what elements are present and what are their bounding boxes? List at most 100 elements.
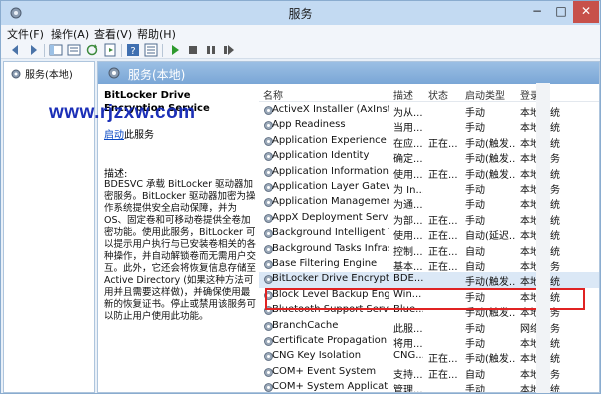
service-status: 正在...	[428, 215, 458, 227]
start-link-suffix: 此服务	[124, 130, 154, 141]
start-service-icon[interactable]	[168, 43, 182, 57]
service-name: Application Management	[272, 196, 389, 208]
service-startup-type: 手动	[465, 385, 485, 393]
title-bar[interactable]: 服务 − □ ✕	[1, 1, 600, 25]
service-description: 控制...	[393, 246, 423, 258]
minimize-button[interactable]: −	[525, 1, 549, 23]
pause-service-icon[interactable]	[204, 43, 218, 57]
column-header-description[interactable]: 描述	[393, 87, 413, 102]
service-description: 在应...	[393, 138, 423, 150]
service-startup-type: 手动	[465, 323, 485, 335]
export-list-icon[interactable]	[103, 43, 117, 57]
description-label: 描述:	[104, 169, 128, 180]
restart-service-icon[interactable]	[222, 43, 236, 57]
toolbar-separator	[44, 44, 45, 57]
forward-icon[interactable]	[26, 43, 40, 57]
help-icon[interactable]: ?	[126, 43, 140, 57]
list-view-icon[interactable]	[67, 43, 81, 57]
service-name: Background Tasks Infras...	[272, 242, 389, 254]
service-name: CNG Key Isolation	[272, 350, 362, 362]
toolbar-separator	[121, 44, 122, 57]
window-title: 服务	[288, 7, 313, 21]
console-tree-icon[interactable]	[49, 43, 63, 57]
menu-view[interactable]: 查看(V)	[94, 26, 132, 42]
service-name: Application Layer Gatewa...	[272, 181, 389, 192]
tree-item-services-local[interactable]: 服务(本地)	[10, 66, 73, 81]
service-startup-type: 自动	[465, 262, 485, 273]
service-status: 正在...	[428, 262, 458, 273]
service-startup-type: 手动(触发...	[465, 169, 515, 181]
service-name: App Readiness	[272, 119, 346, 131]
service-startup-type: 自动	[465, 246, 485, 258]
service-name: Application Experience	[272, 134, 387, 146]
service-startup-type: 自动(延迟...	[465, 231, 515, 243]
properties-icon[interactable]	[144, 43, 158, 57]
tree-item-label: 服务(本地)	[25, 70, 73, 81]
toolbar: ?	[1, 42, 600, 59]
start-service-link-row: 启动此服务	[104, 126, 154, 141]
menu-file[interactable]: 文件(F)	[7, 26, 44, 42]
menu-bar: 文件(F) 操作(A) 查看(V) 帮助(H)	[1, 25, 600, 42]
service-description: 支持...	[393, 369, 423, 381]
description-text: BDESVC 承载 BitLocker 驱动器加密服务。BitLocker 驱动…	[104, 179, 257, 322]
service-description: 当用...	[393, 123, 423, 135]
service-startup-type: 手动(触发...	[465, 354, 515, 366]
service-startup-type: 手动	[465, 185, 485, 196]
service-status: 正在...	[428, 369, 458, 381]
service-name: COM+ Event System	[272, 365, 377, 377]
maximize-button[interactable]: □	[550, 1, 572, 23]
services-window: 服务 − □ ✕ 文件(F) 操作(A) 查看(V) 帮助(H) ? 服务(本地…	[0, 0, 601, 394]
vertical-scrollbar[interactable]	[536, 83, 550, 393]
service-description: 为 In...	[393, 185, 423, 196]
column-header-startup-type[interactable]: 启动类型	[465, 87, 505, 102]
service-name: ActiveX Installer (AxInstSV)	[272, 104, 389, 115]
stop-service-icon[interactable]	[186, 43, 200, 57]
watermark: www.rjzxw.com	[49, 102, 196, 123]
service-description: 为从...	[393, 108, 423, 119]
svg-text:?: ?	[130, 46, 135, 57]
menu-action[interactable]: 操作(A)	[51, 26, 89, 42]
service-status: 正在...	[428, 354, 458, 366]
services-gear-icon	[108, 67, 120, 79]
service-description: 管理...	[393, 385, 423, 393]
close-button[interactable]: ✕	[573, 1, 599, 23]
service-name: Certificate Propagation	[272, 335, 388, 346]
service-startup-type: 手动(触发...	[465, 277, 515, 289]
service-name: BitLocker Drive Encryptio...	[272, 273, 389, 285]
toolbar-separator	[162, 44, 163, 57]
service-description: 使用...	[393, 231, 423, 243]
services-gear-icon	[11, 69, 21, 78]
service-description: 为部...	[393, 215, 423, 227]
service-startup-type: 手动	[465, 215, 485, 227]
service-description: BDE...	[393, 273, 423, 285]
service-description: 确定...	[393, 154, 423, 166]
service-startup-type: 自动	[465, 369, 485, 381]
service-description-panel: BitLocker Drive Encryption Service 启动此服务…	[98, 84, 258, 392]
service-description: 使用...	[393, 169, 423, 181]
service-status: 正在...	[428, 231, 458, 243]
service-startup-type: 手动	[465, 123, 485, 135]
service-startup-type: 手动(触发...	[465, 138, 515, 150]
pane-header-title: 服务(本地)	[128, 68, 186, 82]
service-name: Application Identity	[272, 150, 370, 162]
service-description: 此服...	[393, 323, 423, 335]
service-description: CNG...	[393, 350, 423, 362]
service-status: 正在...	[428, 246, 458, 258]
service-name: Background Intelligent T...	[272, 227, 389, 239]
service-startup-type: 手动	[465, 108, 485, 119]
menu-help[interactable]: 帮助(H)	[137, 26, 176, 42]
service-name: AppX Deployment Servic...	[272, 211, 389, 223]
pane-header: 服务(本地)	[98, 62, 599, 84]
refresh-icon[interactable]	[85, 43, 99, 57]
service-startup-type: 手动	[465, 200, 485, 212]
back-icon[interactable]	[9, 43, 23, 57]
service-name: Application Information	[272, 165, 389, 177]
service-status: 正在...	[428, 138, 458, 150]
column-header-name[interactable]: 名称	[263, 87, 283, 102]
service-name: BranchCache	[272, 319, 339, 331]
service-name: Base Filtering Engine	[272, 258, 378, 269]
start-service-link[interactable]: 启动	[104, 130, 124, 141]
service-startup-type: 手动(触发...	[465, 154, 515, 166]
column-header-status[interactable]: 状态	[428, 87, 448, 102]
service-description: 为通...	[393, 200, 423, 212]
